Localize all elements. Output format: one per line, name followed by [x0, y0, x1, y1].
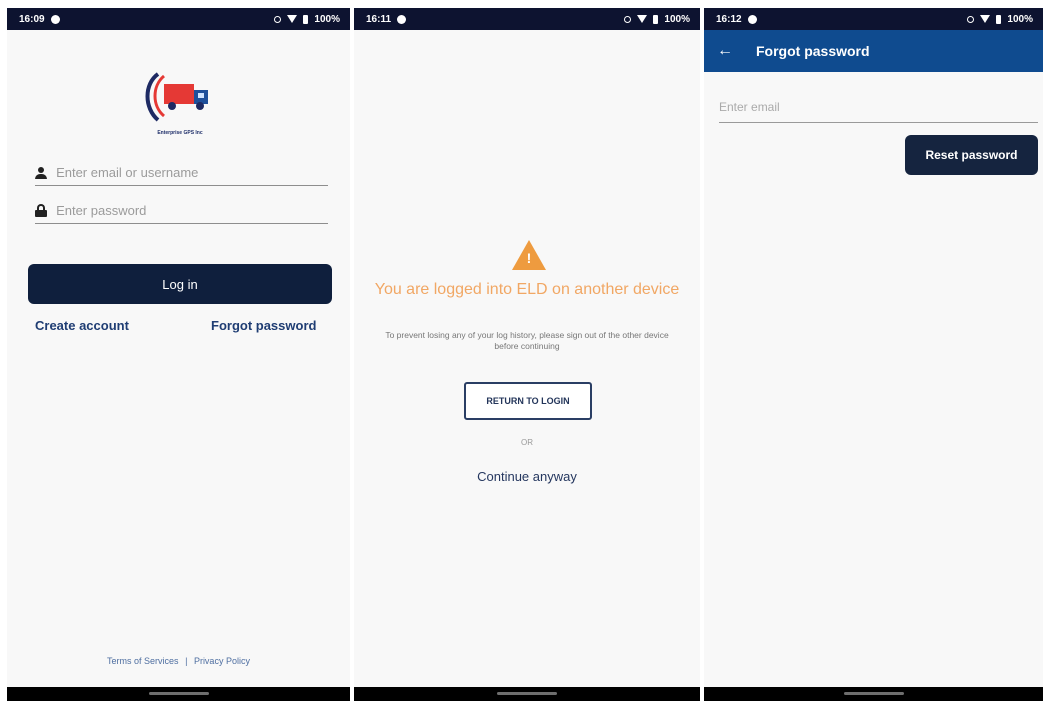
privacy-link[interactable]: Privacy Policy: [194, 656, 250, 666]
status-bar: 16:12 100%: [704, 8, 1043, 30]
wifi-icon: [980, 15, 991, 23]
page-title: Forgot password: [756, 43, 870, 59]
person-icon: [35, 166, 48, 179]
nfc-icon: [624, 15, 632, 23]
home-gesture-handle[interactable]: [497, 692, 557, 695]
wifi-icon: [637, 15, 648, 23]
logo-text: Enterprise GPS Inc: [157, 130, 203, 136]
navigation-bar: [354, 687, 700, 701]
home-gesture-handle[interactable]: [843, 692, 904, 695]
navigation-bar: [704, 687, 1043, 701]
app-bar: ← Forgot password: [704, 30, 1043, 72]
status-time: 16:12: [716, 13, 742, 25]
forgot-password-screen: 16:12 100% ← Forgot password Reset passw…: [704, 8, 1043, 701]
forgot-password-link[interactable]: Forgot password: [211, 318, 316, 333]
status-bar: 16:11 100%: [354, 8, 700, 30]
battery-icon: [996, 14, 1002, 24]
login-screen: 16:09 100% Enterprise GPS Inc Log in Cr: [7, 8, 350, 701]
home-gesture-handle[interactable]: [148, 692, 209, 695]
status-time: 16:11: [366, 13, 392, 25]
battery-percent: 100%: [664, 13, 690, 25]
continue-anyway-link[interactable]: Continue anyway: [354, 469, 700, 484]
warning-title: You are logged into ELD on another devic…: [374, 281, 680, 298]
status-time: 16:09: [19, 13, 45, 25]
navigation-bar: [7, 687, 350, 701]
nfc-icon: [967, 15, 975, 23]
return-to-login-button[interactable]: RETURN TO LOGIN: [464, 382, 592, 420]
create-account-link[interactable]: Create account: [35, 318, 129, 333]
login-button[interactable]: Log in: [28, 264, 332, 304]
notification-icon: [50, 14, 60, 24]
notification-icon: [747, 14, 757, 24]
battery-percent: 100%: [314, 13, 340, 25]
email-input[interactable]: [719, 94, 1038, 114]
battery-icon: [303, 14, 309, 24]
wifi-icon: [287, 15, 298, 23]
email-field[interactable]: [719, 94, 1038, 123]
lock-icon: [35, 204, 48, 217]
arrow-left-icon[interactable]: ←: [704, 42, 746, 60]
footer-separator: |: [185, 656, 188, 666]
terms-link[interactable]: Terms of Services: [107, 656, 179, 666]
legal-footer: Terms of Services | Privacy Policy: [7, 656, 350, 666]
email-username-input[interactable]: [54, 164, 328, 181]
status-bar: 16:09 100%: [7, 8, 350, 30]
battery-percent: 100%: [1007, 13, 1033, 25]
password-input[interactable]: [54, 202, 328, 219]
reset-password-button[interactable]: Reset password: [905, 135, 1038, 175]
truck-logo-icon: [145, 72, 208, 122]
or-divider: OR: [521, 438, 533, 447]
email-username-field[interactable]: [35, 160, 328, 186]
duplicate-login-screen: 16:11 100% ! You are logged into ELD on …: [354, 8, 700, 701]
warning-description: To prevent losing any of your log histor…: [385, 330, 669, 351]
nfc-icon: [274, 15, 282, 23]
battery-icon: [653, 14, 659, 24]
notification-icon: [397, 14, 407, 24]
company-logo: Enterprise GPS Inc: [140, 66, 220, 140]
password-field[interactable]: [35, 198, 328, 224]
